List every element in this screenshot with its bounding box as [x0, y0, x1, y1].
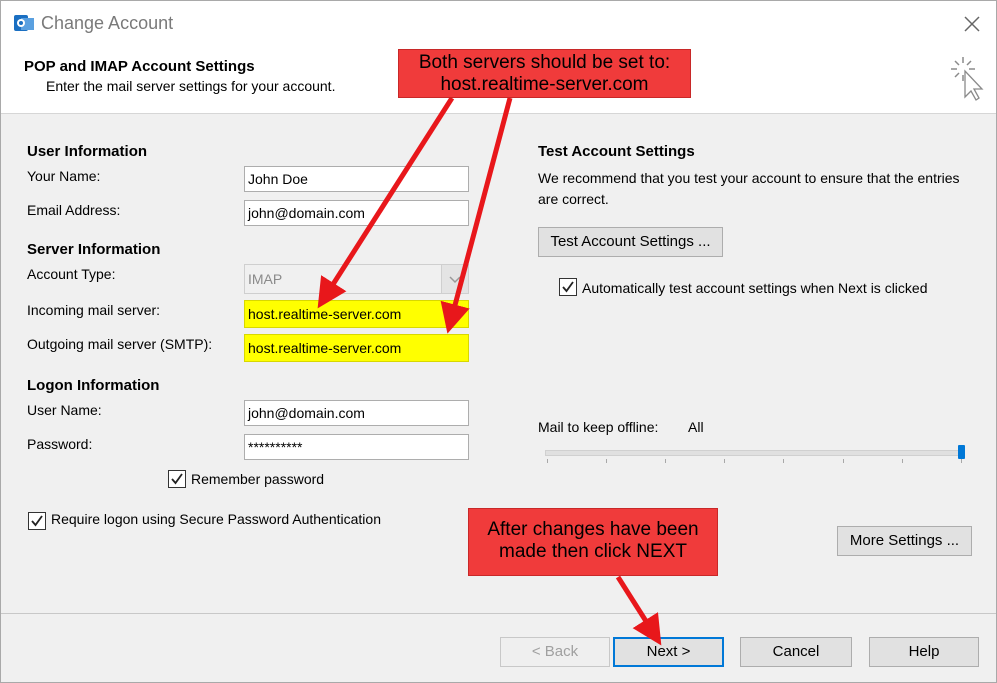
arrow-to-outgoing-server — [440, 97, 513, 334]
arrow-to-next-button — [615, 575, 662, 646]
next-callout-line1: After changes have been — [487, 519, 699, 540]
servers-callout: Both servers should be set to: host.real… — [398, 49, 691, 98]
servers-callout-line1: Both servers should be set to: — [418, 52, 671, 73]
next-callout-line2: made then click NEXT — [499, 541, 687, 562]
annotation-arrows — [317, 96, 662, 646]
next-callout: After changes have been made then click … — [468, 508, 718, 576]
arrow-to-incoming-server — [317, 96, 455, 309]
servers-callout-line2: host.realtime-server.com — [440, 74, 649, 95]
